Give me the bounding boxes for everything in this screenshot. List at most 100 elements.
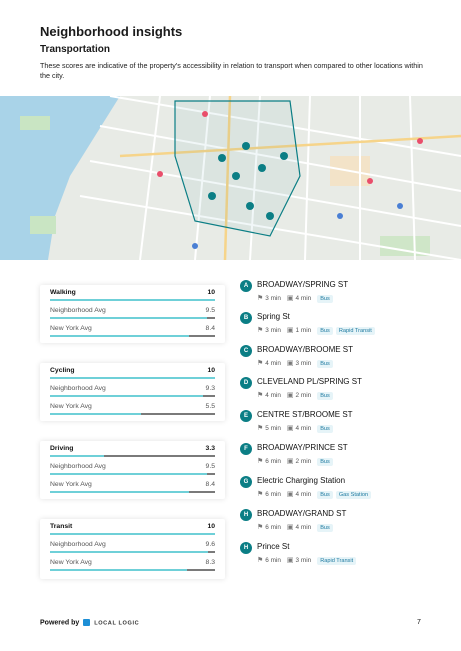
row-bar — [50, 569, 215, 571]
stop-meta: ⚑ 6 min ▣ 2 min Bus — [257, 457, 336, 466]
transport-type-tag: Gas Station — [335, 491, 372, 499]
row-value: 9.5 — [205, 307, 215, 314]
page-title: Neighborhood insights — [40, 24, 183, 39]
transport-type-tag: Bus — [317, 295, 333, 303]
walk-time: 4 min — [265, 360, 281, 367]
car-icon: ▣ — [286, 491, 294, 498]
row-label: New York Avg — [50, 481, 92, 488]
score-row-main: Cycling 10 — [50, 363, 215, 381]
neighborhood-map[interactable] — [0, 96, 461, 260]
section-title: Transportation — [40, 44, 111, 55]
drive-time: 4 min — [295, 491, 312, 498]
walk-time: 6 min — [265, 557, 281, 564]
drive-time: 2 min — [295, 458, 312, 465]
transport-type-tag: Bus — [317, 524, 333, 532]
drive-time: 4 min — [295, 524, 312, 531]
car-icon: ▣ — [286, 425, 294, 432]
car-icon: ▣ — [286, 327, 294, 334]
stop-name: Electric Charging Station — [257, 476, 346, 485]
score-card-walking: Walking 10 Neighborhood Avg 9.5 New York… — [40, 285, 225, 343]
stop-meta: ⚑ 3 min ▣ 4 min Bus — [257, 294, 336, 303]
transport-type-tag: Bus — [317, 360, 333, 368]
page-number: 7 — [417, 619, 421, 626]
score-row-main: Walking 10 — [50, 285, 215, 303]
stop-meta: ⚑ 4 min ▣ 3 min Bus — [257, 359, 336, 368]
stop-name: BROADWAY/PRINCE ST — [257, 443, 348, 452]
stop-name: Prince St — [257, 542, 290, 551]
stop-name: CLEVELAND PL/SPRING ST — [257, 377, 362, 386]
stop-letter-badge: B — [240, 312, 252, 324]
row-value: 9.6 — [205, 541, 215, 548]
car-icon: ▣ — [286, 458, 294, 465]
row-value: 9.3 — [205, 385, 215, 392]
stop-letter-badge: E — [240, 410, 252, 422]
score-name: Cycling — [50, 367, 75, 374]
row-bar — [50, 317, 215, 319]
stop-meta: ⚑ 6 min ▣ 4 min Bus — [257, 523, 336, 532]
stop-name: BROADWAY/GRAND ST — [257, 509, 347, 518]
list-item[interactable]: H BROADWAY/GRAND ST ⚑ 6 min ▣ 4 min Bus — [240, 509, 440, 542]
list-item[interactable]: D CLEVELAND PL/SPRING ST ⚑ 4 min ▣ 2 min Bus — [240, 377, 440, 410]
stop-name: CENTRE ST/BROOME ST — [257, 410, 353, 419]
car-icon: ▣ — [286, 392, 294, 399]
stop-name: Spring St — [257, 312, 290, 321]
drive-time: 4 min — [295, 425, 312, 432]
score-name: Walking — [50, 289, 76, 296]
walk-icon: ⚑ — [257, 392, 264, 399]
score-row-neighborhood: Neighborhood Avg 9.3 — [50, 381, 215, 399]
transport-type-tag: Bus — [317, 327, 333, 335]
list-item[interactable]: G Electric Charging Station ⚑ 6 min ▣ 4 min Bu… — [240, 476, 440, 509]
walk-time: 5 min — [265, 425, 281, 432]
walk-icon: ⚑ — [257, 524, 264, 531]
row-label: New York Avg — [50, 403, 92, 410]
score-name: Driving — [50, 445, 74, 452]
walk-time: 6 min — [265, 524, 281, 531]
score-row-main: Transit 10 — [50, 519, 215, 537]
score-bar-fill — [50, 299, 215, 301]
stop-meta: ⚑ 3 min ▣ 1 min Bus Rapid Transit — [257, 326, 378, 335]
list-item[interactable]: A BROADWAY/SPRING ST ⚑ 3 min ▣ 4 min Bus — [240, 280, 440, 313]
stop-letter-badge: C — [240, 345, 252, 357]
transport-type-tag: Bus — [317, 458, 333, 466]
walk-icon: ⚑ — [257, 425, 264, 432]
score-value: 10 — [207, 289, 215, 296]
row-bar-fill — [50, 473, 207, 475]
score-row-neighborhood: Neighborhood Avg 9.5 — [50, 459, 215, 477]
score-bar — [50, 455, 215, 457]
stop-meta: ⚑ 6 min ▣ 4 min Bus Gas Station — [257, 490, 374, 499]
row-value: 8.4 — [205, 325, 215, 332]
score-row-neighborhood: Neighborhood Avg 9.6 — [50, 537, 215, 555]
list-item[interactable]: C BROADWAY/BROOME ST ⚑ 4 min ▣ 3 min Bus — [240, 345, 440, 378]
score-value: 3.3 — [205, 445, 215, 452]
list-item[interactable]: H Prince St ⚑ 6 min ▣ 3 min Rapid Transit — [240, 542, 440, 575]
list-item[interactable]: F BROADWAY/PRINCE ST ⚑ 6 min ▣ 2 min Bus — [240, 443, 440, 476]
stop-letter-badge: D — [240, 377, 252, 389]
footer-text: Powered by — [40, 619, 80, 627]
row-bar-fill — [50, 335, 189, 337]
transport-type-tag: Rapid Transit — [335, 327, 375, 335]
stop-meta: ⚑ 4 min ▣ 2 min Bus — [257, 391, 336, 400]
row-bar — [50, 551, 215, 553]
score-bar-fill — [50, 455, 105, 457]
transport-type-tag: Bus — [317, 425, 333, 433]
score-bar-fill — [50, 377, 215, 379]
transport-type-tag: Bus — [317, 392, 333, 400]
list-item[interactable]: E CENTRE ST/BROOME ST ⚑ 5 min ▣ 4 min Bus — [240, 410, 440, 443]
row-label: New York Avg — [50, 559, 92, 566]
stop-letter-badge: H — [240, 509, 252, 521]
score-value: 10 — [207, 523, 215, 530]
score-card-transit: Transit 10 Neighborhood Avg 9.6 New York… — [40, 519, 225, 579]
list-item[interactable]: B Spring St ⚑ 3 min ▣ 1 min Bus Rapid Transit — [240, 312, 440, 345]
score-row-city: New York Avg 5.5 — [50, 399, 215, 417]
score-row-neighborhood: Neighborhood Avg 9.5 — [50, 303, 215, 321]
walk-icon: ⚑ — [257, 491, 264, 498]
score-row-city: New York Avg 8.3 — [50, 555, 215, 573]
score-bar — [50, 533, 215, 535]
row-label: New York Avg — [50, 325, 92, 332]
transport-type-tag: Rapid Transit — [317, 557, 357, 565]
row-bar — [50, 491, 215, 493]
brand-name: LOCAL LOGIC — [94, 620, 140, 627]
walk-icon: ⚑ — [257, 557, 264, 564]
walk-icon: ⚑ — [257, 295, 264, 302]
row-bar — [50, 473, 215, 475]
